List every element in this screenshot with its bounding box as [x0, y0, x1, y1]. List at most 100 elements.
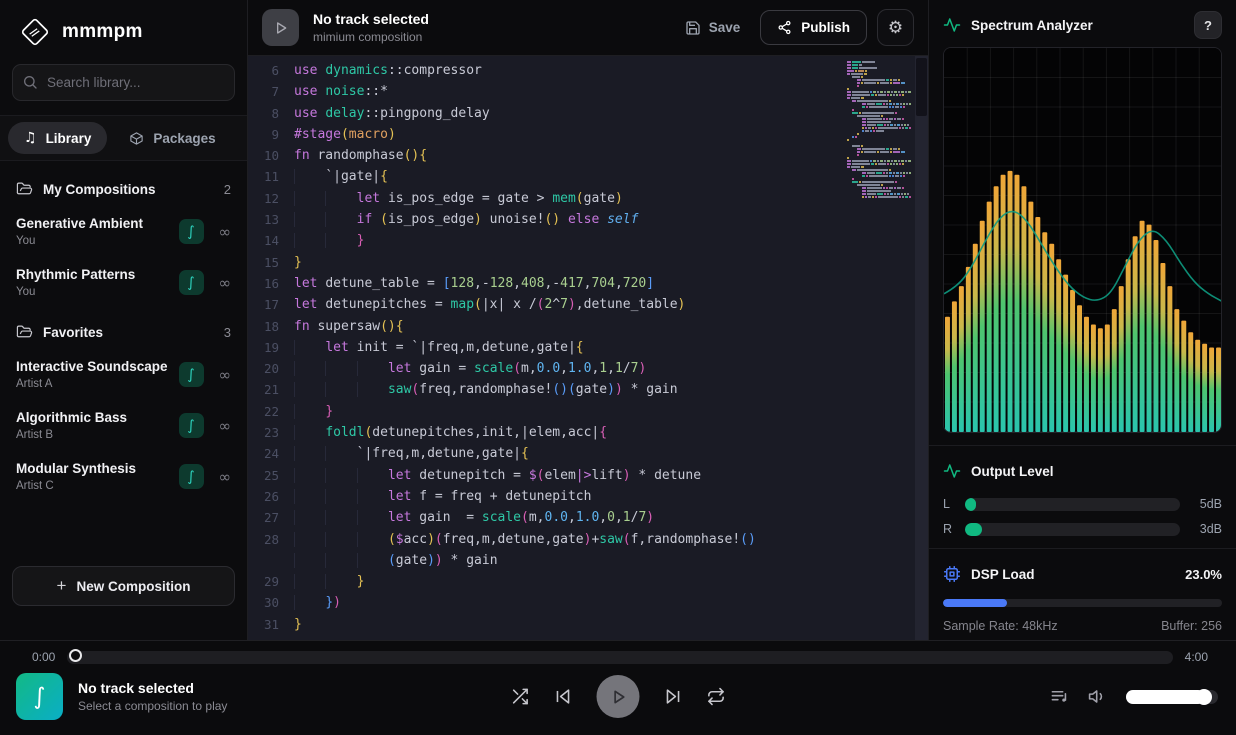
code-area[interactable]: 6use dynamics::compressor7use noise::*8u… — [248, 56, 904, 640]
minimap-segment — [875, 127, 877, 129]
minimap-indent — [847, 85, 857, 87]
code-line[interactable]: 26 let f = freq + detunepitch — [248, 486, 904, 507]
code-line[interactable]: 17let detunepitches = map(|x| x /(2^7),d… — [248, 294, 904, 315]
code-line[interactable]: 30 }) — [248, 592, 904, 613]
code-line[interactable]: 15} — [248, 252, 904, 273]
previous-button[interactable] — [554, 687, 573, 706]
code-line[interactable]: 18fn supersaw(){ — [248, 316, 904, 337]
spectrum-bar — [1112, 309, 1117, 432]
scrollbar-thumb[interactable] — [916, 58, 927, 116]
indent-guide — [357, 532, 388, 547]
minimap-segment — [898, 91, 900, 93]
dsp-title: DSP Load — [971, 567, 1175, 582]
publish-button[interactable]: Publish — [760, 10, 867, 45]
item-info: Interactive SoundscapeArtist A — [16, 359, 171, 390]
minimap-segment — [895, 175, 899, 177]
code-line[interactable]: 12 let is_pos_edge = gate > mem(gate) — [248, 188, 904, 209]
code-line[interactable]: 11 `|gate|{ — [248, 166, 904, 187]
minimap-line — [847, 136, 913, 138]
code-line[interactable]: 8use delay::pingpong_delay — [248, 103, 904, 124]
tab-packages[interactable]: Packages — [113, 123, 231, 154]
integral-badge-icon: ∫ — [179, 362, 204, 387]
spectrum-title: Spectrum Analyzer — [971, 18, 1184, 33]
code-line[interactable]: 22 } — [248, 401, 904, 422]
code-line[interactable]: 23 foldl(detunepitches,init,|elem,acc|{ — [248, 422, 904, 443]
code-line[interactable]: 19 let init = `|freq,m,detune,gate|{ — [248, 337, 904, 358]
code-line[interactable]: (gate)) * gain — [248, 550, 904, 571]
code-line[interactable]: 28 ($acc)(freq,m,detune,gate)+saw(f,rand… — [248, 529, 904, 550]
repeat-button[interactable] — [707, 687, 726, 706]
code-line[interactable]: 9#stage(macro) — [248, 124, 904, 145]
dsp-section: DSP Load 23.0% Sample Rate: 48kHz Buffer… — [929, 549, 1236, 640]
code-line[interactable]: 21 saw(freq,randomphase!()(gate)) * gain — [248, 379, 904, 400]
code-line[interactable]: 25 let detunepitch = $(elem|>lift) * det… — [248, 465, 904, 486]
search-input[interactable] — [12, 64, 235, 101]
volume-button[interactable] — [1088, 687, 1107, 706]
secondary-controls — [1050, 687, 1218, 706]
minimap-segment — [864, 73, 867, 75]
indent-guide — [294, 510, 325, 525]
list-item[interactable]: Algorithmic BassArtist B∫∞ — [0, 400, 247, 451]
list-item[interactable]: Generative AmbientYou∫∞ — [0, 206, 247, 257]
minimap-line — [847, 97, 913, 99]
code-line[interactable]: 27 let gain = scale(m,0.0,1.0,0,1/7) — [248, 507, 904, 528]
code-line[interactable]: 20 let gain = scale(m,0.0,1.0,1,1/7) — [248, 358, 904, 379]
meter-fill — [965, 523, 982, 536]
save-button[interactable]: Save — [675, 12, 751, 44]
code-line[interactable]: 32 — [248, 635, 904, 640]
volume-knob[interactable] — [1196, 689, 1212, 705]
minimap-indent — [847, 154, 857, 156]
minimap-line — [847, 124, 913, 126]
line-number: 8 — [248, 103, 294, 124]
code-line[interactable]: 7use noise::* — [248, 81, 904, 102]
minimap-segment — [862, 130, 864, 132]
minimap-segment — [906, 103, 908, 105]
minimap-segment — [868, 196, 871, 198]
list-item[interactable]: Interactive SoundscapeArtist A∫∞ — [0, 349, 247, 400]
code-text: let init = `|freq,m,detune,gate|{ — [294, 337, 904, 358]
code-line[interactable]: 6use dynamics::compressor — [248, 60, 904, 81]
header-play-button[interactable] — [262, 9, 299, 46]
new-composition-button[interactable]: + New Composition — [12, 566, 235, 606]
minimap-segment — [859, 67, 877, 69]
minimap-segment — [902, 163, 904, 165]
minimap-segment — [901, 160, 904, 162]
code-line[interactable]: 14 } — [248, 230, 904, 251]
seek-track[interactable] — [67, 651, 1172, 664]
editor-scrollbar[interactable] — [915, 56, 928, 640]
app-root: mmmpm ♫LibraryPackages My Compositions2G… — [0, 0, 1236, 735]
minimap[interactable] — [847, 61, 913, 199]
tab-library[interactable]: ♫Library — [8, 122, 107, 154]
minimap-segment — [887, 124, 889, 126]
minimap-line — [847, 178, 913, 180]
next-button[interactable] — [664, 687, 683, 706]
minimap-line — [847, 184, 913, 186]
code-line[interactable]: 24 `|freq,m,detune,gate|{ — [248, 443, 904, 464]
shuffle-button[interactable] — [511, 687, 530, 706]
minimap-indent — [847, 196, 862, 198]
queue-button[interactable] — [1050, 687, 1069, 706]
seek-knob[interactable] — [69, 649, 82, 662]
settings-button[interactable]: ⚙ — [877, 9, 914, 46]
list-item[interactable]: Rhythmic PatternsYou∫∞ — [0, 257, 247, 308]
minimap-indent — [847, 103, 862, 105]
line-number: 31 — [248, 614, 294, 635]
code-line[interactable]: 10fn randomphase(){ — [248, 145, 904, 166]
code-line[interactable]: 13 if (is_pos_edge) unoise!() else self — [248, 209, 904, 230]
code-line[interactable]: 29 } — [248, 571, 904, 592]
line-number: 16 — [248, 273, 294, 294]
code-text: let is_pos_edge = gate > mem(gate) — [294, 188, 904, 209]
volume-slider[interactable] — [1126, 690, 1218, 704]
minimap-segment — [876, 130, 884, 132]
dsp-load-bar — [943, 599, 1222, 607]
help-button[interactable]: ? — [1194, 11, 1222, 39]
list-item[interactable]: Modular SynthesisArtist C∫∞ — [0, 451, 247, 502]
play-button[interactable] — [597, 675, 640, 718]
code-line[interactable]: 31} — [248, 614, 904, 635]
code-text: fn randomphase(){ — [294, 145, 904, 166]
code-line[interactable]: 16let detune_table = [128,-128,408,-417,… — [248, 273, 904, 294]
code-editor[interactable]: 6use dynamics::compressor7use noise::*8u… — [248, 56, 928, 640]
minimap-segment — [890, 151, 892, 153]
indent-guide — [294, 340, 325, 355]
meter-track — [965, 498, 1180, 511]
